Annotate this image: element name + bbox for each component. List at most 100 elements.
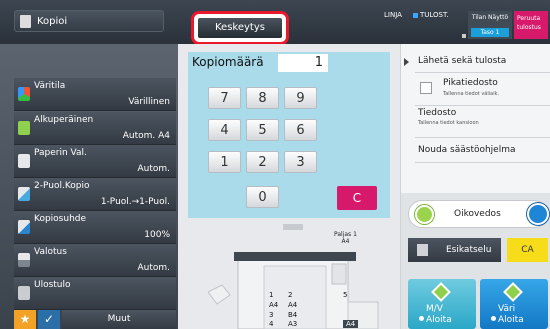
quick-file-checkbox[interactable] <box>420 82 432 94</box>
start-color-line1: Väri <box>498 304 516 314</box>
tray-1-size: A4 <box>269 301 279 309</box>
interrupt-button[interactable]: Keskeytys <box>198 18 282 38</box>
interrupt-highlight: Keskeytys <box>191 11 289 45</box>
clear-key[interactable]: C <box>337 186 377 210</box>
tray-4-size: A3 <box>288 320 298 328</box>
bw-dot-icon <box>419 316 424 321</box>
preview-icon <box>417 244 428 256</box>
tray-2-size: A4 <box>288 301 298 309</box>
send-and-print-button[interactable]: Lähetä sekä tulosta <box>418 56 506 66</box>
start-icon <box>431 282 451 302</box>
exposure-value: Autom. <box>137 263 170 273</box>
clear-all-button[interactable]: CA <box>507 238 548 262</box>
divider <box>415 137 550 138</box>
key-2[interactable]: 2 <box>246 151 279 173</box>
original-button[interactable]: Alkuperäinen Autom. A4 <box>14 112 176 145</box>
start-color-button[interactable]: Väri Aloita <box>480 279 548 329</box>
key-6[interactable]: 6 <box>284 119 317 141</box>
right-panel: Lähetä sekä tulosta Pikatiedosto Tallenn… <box>400 44 550 329</box>
output-tray <box>208 284 231 305</box>
tray-5-num: 5 <box>343 291 348 299</box>
key-4[interactable]: 4 <box>208 119 241 141</box>
mode-copy-button[interactable]: Kopioi <box>14 10 164 32</box>
divider <box>415 162 550 163</box>
key-7[interactable]: 7 <box>208 87 241 109</box>
cancel-print-button[interactable]: Peruuta tulostus <box>514 11 548 39</box>
output-size: A4 <box>343 320 359 328</box>
status-print: TULOST. <box>413 11 449 19</box>
copy-main-area: Kopiomäärä 1 7 8 9 4 5 6 1 2 3 0 C Palja… <box>178 44 400 329</box>
paper-select-title: Paperin Val. <box>34 148 87 158</box>
file-title: Tiedosto <box>418 108 457 118</box>
status-display-label: Tilan Näyttö <box>471 14 509 21</box>
proof-label: Oikovedos <box>454 209 501 219</box>
key-3[interactable]: 3 <box>284 151 317 173</box>
proof-start-icon <box>415 205 434 224</box>
bypass-label: Paljas 1 <box>334 231 357 238</box>
paper-select-button[interactable]: Paperin Val. Autom. <box>14 145 176 178</box>
machine-illustration <box>208 224 379 329</box>
scanner-lid <box>283 224 303 230</box>
more-button[interactable]: Muut <box>62 310 176 329</box>
output-title: Ulostulo <box>34 280 71 290</box>
top-bar: Kopioi Keskeytys LINJA TULOST. Tilan Näy… <box>0 0 550 45</box>
color-mode-icon <box>18 87 30 101</box>
start-color-line2: Aloita <box>498 315 524 325</box>
output-button[interactable]: Ulostulo <box>14 277 176 310</box>
original-value: Autom. A4 <box>122 131 170 141</box>
level-badge: Taso 1 <box>471 28 509 37</box>
copy-ratio-icon <box>18 220 30 234</box>
key-9[interactable]: 9 <box>284 87 317 109</box>
start-bw-button[interactable]: M/V Aloita <box>408 279 476 329</box>
key-1[interactable]: 1 <box>208 151 241 173</box>
duplex-icon <box>18 187 30 201</box>
cancel-print-line2: tulostus <box>517 24 541 31</box>
proof-copy-button[interactable]: Oikovedos <box>408 200 549 228</box>
recall-program-button[interactable]: Nouda säästöohjelma <box>418 145 516 155</box>
bottom-shortcuts: ★ ✓ Muut <box>14 310 176 329</box>
quick-file-desc: Tallenna tiedot väliaik. <box>443 91 500 97</box>
duplex-copy-value: 1-Puol.→1-Puol. <box>100 197 170 207</box>
copy-ratio-button[interactable]: Kopiosuhde 100% <box>14 211 176 244</box>
file-option[interactable]: Tiedosto Tallenna tiedot kansioon <box>418 108 479 126</box>
check-settings-icon[interactable]: ✓ <box>38 310 60 329</box>
exposure-icon <box>18 253 30 267</box>
tray-4-num: 4 <box>269 320 274 328</box>
file-desc: Tallenna tiedot kansioon <box>418 120 479 126</box>
favorites-star-icon[interactable]: ★ <box>14 310 36 329</box>
copy-ratio-value: 100% <box>144 230 170 240</box>
color-dot-icon <box>491 316 496 321</box>
bypass-size: A4 <box>341 238 350 245</box>
copy-count-field[interactable]: 1 <box>278 54 328 72</box>
mode-label: Kopioi <box>37 16 68 27</box>
bypass-tray[interactable] <box>331 263 347 285</box>
key-5[interactable]: 5 <box>246 119 279 141</box>
machine-top <box>234 252 356 261</box>
color-mode-title: Väritila <box>34 81 66 91</box>
bypass-tray-label: Paljas 1 A4 <box>334 231 357 245</box>
quick-file-option[interactable]: Pikatiedosto Tallenna tiedot väliaik. <box>415 76 550 104</box>
preview-button[interactable]: Esikatselu <box>408 238 501 262</box>
tray-1-num: 1 <box>269 291 274 299</box>
key-0[interactable]: 0 <box>246 186 279 208</box>
copy-count-label: Kopiomäärä <box>192 55 264 69</box>
copy-ratio-title: Kopiosuhde <box>34 214 87 224</box>
color-mode-button[interactable]: Väritila Värillinen <box>14 78 176 111</box>
numeric-keypad: Kopiomäärä 1 7 8 9 4 5 6 1 2 3 0 C <box>188 52 390 218</box>
divider <box>415 105 550 106</box>
exposure-button[interactable]: Valotus Autom. <box>14 244 176 277</box>
quick-file-title: Pikatiedosto <box>443 78 498 88</box>
start-bw-line2: Aloita <box>426 315 452 325</box>
tray-3-num: 3 <box>269 311 274 319</box>
divider <box>415 72 550 73</box>
exposure-title: Valotus <box>34 247 67 257</box>
copy-mode-icon <box>20 15 31 28</box>
cancel-print-line1: Peruuta <box>517 15 541 22</box>
duplex-copy-button[interactable]: 2-Puol.Kopio 1-Puol.→1-Puol. <box>14 178 176 211</box>
key-8[interactable]: 8 <box>246 87 279 109</box>
original-title: Alkuperäinen <box>34 115 94 125</box>
status-line: LINJA <box>384 11 402 19</box>
proof-color-icon <box>527 203 549 225</box>
tray-2-num: 2 <box>288 291 293 299</box>
expand-arrow-icon[interactable] <box>404 58 409 66</box>
